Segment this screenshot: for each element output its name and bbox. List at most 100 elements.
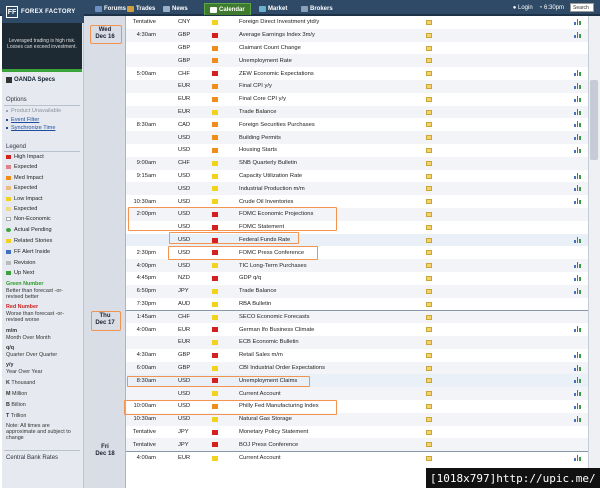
impact-low-icon[interactable]: [212, 160, 218, 166]
event-graph-icon[interactable]: [574, 108, 582, 115]
event-graph-icon[interactable]: [574, 236, 582, 243]
event-title[interactable]: BOJ Press Conference: [239, 442, 298, 448]
event-details-folder-icon[interactable]: [426, 173, 432, 179]
event-graph-icon[interactable]: [574, 287, 582, 294]
event-title[interactable]: Foreign Securities Purchases: [239, 122, 315, 128]
calendar-row[interactable]: 9:15am USD Capacity Utilization Rate: [126, 170, 588, 183]
impact-low-icon[interactable]: [212, 109, 218, 115]
event-graph-icon[interactable]: [574, 275, 582, 281]
event-title[interactable]: ECB Economic Bulletin: [239, 339, 299, 345]
event-details-folder-icon[interactable]: [426, 378, 432, 384]
impact-high-icon[interactable]: [212, 327, 218, 333]
event-title[interactable]: Current Account: [239, 455, 281, 461]
event-details-folder-icon[interactable]: [426, 109, 432, 115]
impact-high-icon[interactable]: [212, 32, 218, 38]
forex-factory-logo[interactable]: FF FOREX FACTORY: [2, 1, 84, 23]
impact-med-icon[interactable]: [212, 135, 218, 141]
event-title[interactable]: FOMC Statement: [239, 224, 284, 230]
event-title[interactable]: German Ifo Business Climate: [239, 327, 314, 333]
impact-low-icon[interactable]: [212, 365, 218, 371]
impact-high-icon[interactable]: [212, 276, 218, 281]
calendar-row[interactable]: EUR Final Core CPI y/y: [126, 93, 588, 106]
calendar-row[interactable]: USD Industrial Production m/m: [126, 182, 588, 196]
event-details-folder-icon[interactable]: [426, 288, 432, 294]
event-graph-icon[interactable]: [574, 31, 582, 38]
impact-med-icon[interactable]: [212, 96, 218, 102]
event-graph-icon[interactable]: [574, 134, 582, 141]
event-title[interactable]: Current Account: [239, 391, 281, 397]
calendar-row[interactable]: Tentative JPY Monetary Policy Statement: [126, 426, 588, 439]
calendar-row[interactable]: 6:00am GBP CBI Industrial Order Expectatio…: [126, 361, 588, 375]
calendar-row[interactable]: 4:00am EUR German Ifo Business Climate: [126, 323, 588, 336]
option-event-filter[interactable]: Event Filter: [6, 117, 39, 123]
event-details-folder-icon[interactable]: [426, 340, 432, 345]
impact-med-icon[interactable]: [212, 404, 218, 409]
event-graph-icon[interactable]: [574, 83, 582, 89]
calendar-row[interactable]: 10:30am USD Natural Gas Storage: [126, 412, 588, 426]
event-title[interactable]: Philly Fed Manufacturing Index: [239, 403, 319, 409]
event-title[interactable]: Average Earnings Index 3m/y: [239, 32, 315, 38]
central-bank-rates-header[interactable]: Central Bank Rates: [6, 455, 58, 461]
event-details-folder-icon[interactable]: [426, 276, 432, 281]
calendar-row[interactable]: 4:30am GBP Average Earnings Index 3m/y: [126, 28, 588, 42]
event-details-folder-icon[interactable]: [426, 32, 432, 38]
event-details-folder-icon[interactable]: [426, 301, 432, 307]
calendar-row[interactable]: 6:50pm JPY Trade Balance: [126, 284, 588, 298]
broker-advertisement[interactable]: Leveraged trading is high risk. Losses c…: [2, 16, 82, 72]
impact-low-icon[interactable]: [212, 456, 218, 462]
event-details-folder-icon[interactable]: [426, 327, 432, 333]
event-details-folder-icon[interactable]: [426, 186, 432, 192]
event-title[interactable]: Claimant Count Change: [239, 45, 301, 51]
calendar-row[interactable]: Tentative CNY Foreign Direct Investment yt…: [126, 16, 588, 29]
impact-med-icon[interactable]: [212, 122, 218, 128]
event-title[interactable]: FOMC Economic Projections: [239, 211, 313, 217]
event-title[interactable]: CBI Industrial Order Expectations: [239, 365, 325, 371]
impact-med-icon[interactable]: [212, 148, 218, 153]
calendar-row[interactable]: 1:45am CHF SECO Economic Forecasts: [126, 310, 588, 324]
event-graph-icon[interactable]: [574, 351, 582, 358]
event-title[interactable]: TIC Long-Term Purchases: [239, 263, 307, 269]
event-title[interactable]: Trade Balance: [239, 288, 277, 294]
search-input[interactable]: [570, 3, 594, 12]
event-title[interactable]: ZEW Economic Expectations: [239, 71, 314, 77]
event-graph-icon[interactable]: [574, 377, 582, 384]
event-details-folder-icon[interactable]: [426, 416, 432, 422]
impact-low-icon[interactable]: [212, 301, 218, 307]
calendar-row[interactable]: USD Building Permits: [126, 131, 588, 144]
impact-low-icon[interactable]: [212, 416, 218, 422]
impact-low-icon[interactable]: [212, 20, 218, 25]
event-graph-icon[interactable]: [574, 390, 582, 397]
event-title[interactable]: Unemployment Rate: [239, 58, 292, 64]
impact-med-icon[interactable]: [212, 58, 218, 64]
calendar-row[interactable]: 4:00am EUR Current Account: [126, 451, 588, 464]
calendar-row[interactable]: EUR Trade Balance: [126, 105, 588, 119]
event-title[interactable]: Trade Balance: [239, 109, 277, 115]
impact-high-icon[interactable]: [212, 378, 218, 384]
event-details-folder-icon[interactable]: [426, 315, 432, 321]
event-title[interactable]: Retail Sales m/m: [239, 352, 283, 358]
calendar-row[interactable]: 2:00pm USD FOMC Economic Projections: [126, 208, 588, 221]
event-title[interactable]: Crude Oil Inventories: [239, 199, 293, 205]
event-graph-icon[interactable]: [574, 415, 582, 422]
event-graph-icon[interactable]: [574, 172, 582, 179]
event-graph-icon[interactable]: [574, 262, 582, 269]
calendar-row[interactable]: 2:30pm USD FOMC Press Conference: [126, 246, 588, 259]
calendar-row[interactable]: Tentative JPY BOJ Press Conference: [126, 438, 588, 452]
calendar-row[interactable]: EUR ECB Economic Bulletin: [126, 336, 588, 349]
event-details-folder-icon[interactable]: [426, 96, 432, 102]
event-graph-icon[interactable]: [574, 455, 582, 462]
event-title[interactable]: Foreign Direct Investment ytd/y: [239, 19, 319, 25]
tab-trades[interactable]: Trades: [122, 3, 160, 15]
event-graph-icon[interactable]: [574, 19, 582, 25]
event-title[interactable]: Unemployment Claims: [239, 378, 297, 384]
event-title[interactable]: Final CPI y/y: [239, 83, 272, 89]
calendar-row[interactable]: 8:30am CAD Foreign Securities Purchases: [126, 118, 588, 131]
event-title[interactable]: SECO Economic Forecasts: [239, 314, 310, 320]
calendar-row[interactable]: USD Housing Starts: [126, 144, 588, 157]
event-title[interactable]: FOMC Press Conference: [239, 250, 304, 256]
event-graph-icon[interactable]: [574, 185, 582, 192]
option-synchronize-time[interactable]: Synchronize Time: [6, 125, 55, 131]
event-title[interactable]: Capacity Utilization Rate: [239, 173, 302, 179]
calendar-row[interactable]: 4:30am GBP Retail Sales m/m: [126, 349, 588, 362]
impact-low-icon[interactable]: [212, 186, 218, 192]
